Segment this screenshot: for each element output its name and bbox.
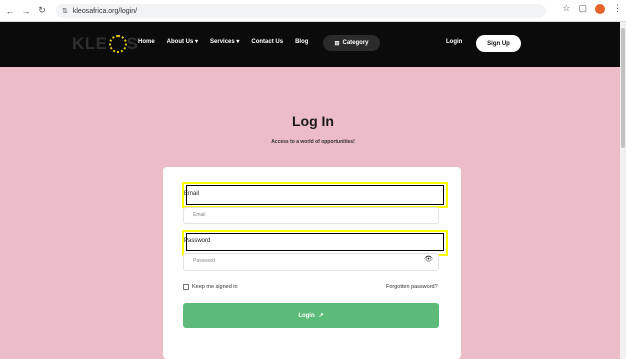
profile-avatar[interactable]	[595, 3, 605, 14]
browser-menu-icon[interactable]: ⋮	[613, 3, 622, 14]
logo-sun-icon	[108, 35, 127, 53]
keep-signed-in-checkbox[interactable]	[183, 284, 189, 290]
extensions-icon[interactable]: ▢	[578, 3, 587, 14]
page-subtitle: Access to a world of opportunities!	[271, 139, 355, 145]
header-login-link[interactable]: Login	[446, 39, 462, 45]
site-info-icon[interactable]: ⇅	[62, 7, 68, 15]
password-placeholder: Password	[193, 258, 215, 264]
nav-home[interactable]: Home	[138, 39, 155, 45]
page-title: Log In	[292, 113, 334, 129]
reload-icon[interactable]: ↻	[36, 5, 48, 17]
login-button[interactable]: Login ↗	[183, 303, 439, 328]
nav-services[interactable]: Services ▾	[210, 38, 239, 45]
bookmark-star-icon[interactable]: ☆	[562, 3, 570, 14]
logo-text-left: KLE	[72, 34, 108, 53]
address-bar[interactable]: ⇅ kleosafrica.org/login/	[56, 4, 546, 18]
nav-blog[interactable]: Blog	[295, 39, 308, 45]
email-field[interactable]	[183, 207, 439, 224]
arrow-up-right-icon: ↗	[318, 313, 324, 319]
main-nav: Home About Us ▾ Services ▾ Contact Us Bl…	[138, 38, 308, 46]
url-text[interactable]: kleosafrica.org/login/	[73, 8, 137, 15]
email-label: Email	[184, 191, 200, 197]
logo-text-right: S	[126, 34, 138, 53]
scrollbar-thumb[interactable]	[621, 28, 625, 148]
category-button[interactable]: ⊞ Category	[323, 35, 380, 51]
eye-icon[interactable]: 👁	[424, 255, 433, 263]
password-label-box	[186, 233, 444, 251]
password-label: Password	[184, 238, 211, 244]
forgot-password-link[interactable]: Forgotten password?	[386, 284, 438, 290]
back-icon[interactable]: ←	[4, 5, 16, 17]
grid-icon: ⊞	[334, 40, 340, 47]
keep-signed-in-label[interactable]: Keep me signed in	[192, 284, 238, 290]
site-logo[interactable]: KLE S	[72, 33, 138, 55]
signup-button[interactable]: Sign Up	[476, 35, 521, 52]
nav-about-us[interactable]: About Us ▾	[167, 38, 198, 45]
category-label: Category	[342, 40, 369, 46]
password-field[interactable]	[183, 253, 439, 271]
email-label-box	[186, 185, 444, 205]
email-placeholder: Email	[193, 212, 206, 218]
forward-icon[interactable]: →	[20, 5, 32, 17]
nav-contact-us[interactable]: Contact Us	[251, 39, 283, 45]
login-button-label: Login	[298, 312, 315, 319]
browser-toolbar: ← → ↻ ⇅ kleosafrica.org/login/ ☆ ▢ ⋮	[0, 0, 626, 22]
site-header: KLE S Home About Us ▾ Services ▾ Contact…	[0, 22, 626, 67]
